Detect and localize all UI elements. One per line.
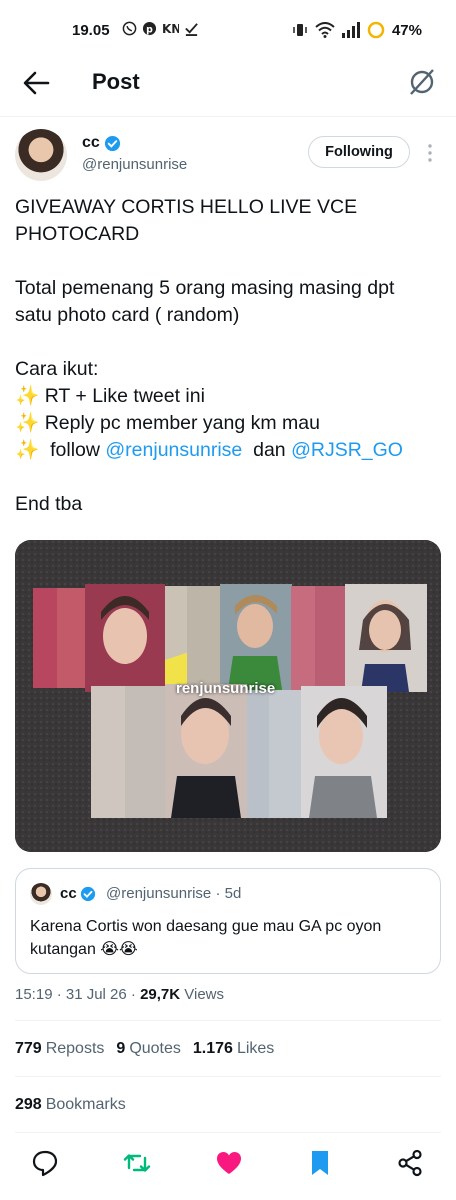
pinterest-icon: p	[142, 21, 157, 35]
download-done-icon	[185, 23, 198, 36]
likes-count: 1.176	[192, 1040, 233, 1057]
tweet-line: Cara ikut:	[15, 358, 99, 380]
status-notification-icons: p KN	[122, 21, 199, 36]
divider	[15, 1020, 441, 1021]
quoted-avatar	[30, 883, 52, 905]
svg-text:KN: KN	[162, 22, 179, 36]
tweet-line: End tba	[15, 493, 83, 515]
status-time: 19.05	[72, 22, 110, 39]
quoted-author-name: cc	[60, 885, 96, 902]
battery-level: 47%	[391, 21, 422, 39]
reply-icon[interactable]	[30, 1148, 60, 1178]
bookmarks-count: 298	[15, 1096, 42, 1113]
reposts-stat[interactable]: 779 Reposts	[15, 1040, 104, 1058]
action-bar	[0, 1148, 456, 1178]
tweet-line: ✨ RT + Like tweet ini	[15, 383, 440, 410]
verified-badge-icon	[80, 886, 95, 901]
tweet-line-text: follow	[39, 439, 106, 461]
share-icon[interactable]	[395, 1148, 425, 1178]
quoted-tweet[interactable]: cc @renjunsunrise · 5d Karena Cortis won…	[15, 868, 441, 974]
views-label: Views	[180, 986, 225, 1003]
status-bar: 19.05 p KN 47%	[0, 0, 456, 60]
svg-text:p: p	[146, 24, 153, 35]
reposts-label: Reposts	[45, 1040, 105, 1057]
page-title: Post	[92, 69, 140, 94]
likes-stat[interactable]: 1.176 Likes	[193, 1040, 274, 1058]
like-icon[interactable]	[214, 1148, 244, 1178]
reposts-count: 779	[15, 1040, 42, 1057]
following-button[interactable]: Following	[308, 136, 410, 168]
likes-label: Likes	[236, 1040, 275, 1057]
tweet-line-text: dan	[242, 439, 292, 461]
quoted-text: Karena Cortis won daesang gue mau GA pc …	[30, 918, 382, 958]
engagement-stats: 779 Reposts 9 Quotes 1.176 Likes	[15, 1040, 286, 1058]
quotes-count: 9	[116, 1040, 126, 1057]
arrow-left-icon[interactable]	[22, 70, 50, 96]
mention-link[interactable]: @renjunsunrise	[105, 439, 242, 461]
image-watermark: renjunsunrise	[176, 680, 276, 697]
bookmarks-label: Bookmarks	[45, 1096, 126, 1113]
quoted-display-name: cc	[60, 885, 77, 902]
sparkles-emoji: ✨	[15, 412, 40, 434]
sparkles-emoji: ✨	[15, 439, 40, 461]
status-right-icons: 47%	[292, 21, 422, 39]
tweet-line: satu photo card ( random)	[15, 304, 240, 326]
verified-badge-icon	[104, 135, 120, 151]
battery-icon	[367, 21, 385, 39]
vibrate-icon	[293, 24, 307, 36]
time-date: 15:19 · 31 Jul 26 ·	[15, 986, 141, 1003]
bookmark-icon[interactable]	[305, 1148, 335, 1178]
author-name[interactable]: cc	[82, 134, 121, 152]
author-handle[interactable]: @renjunsunrise	[82, 156, 187, 173]
tweet-timestamp: 15:19 · 31 Jul 26 · 29,7K Views	[15, 986, 224, 1003]
repost-icon[interactable]	[122, 1148, 152, 1178]
author-display-name: cc	[82, 134, 100, 151]
tweet-line: Total pemenang 5 orang masing masing dpt	[15, 277, 395, 299]
app-icon: KN	[162, 22, 179, 36]
quotes-label: Quotes	[129, 1040, 181, 1057]
wifi-icon	[315, 22, 335, 38]
tweet-line: ✨ Reply pc member yang km mau	[15, 410, 440, 437]
quoted-handle-time: @renjunsunrise · 5d	[106, 885, 242, 902]
sparkles-emoji: ✨	[15, 385, 40, 407]
tweet-line: PHOTOCARD	[15, 223, 140, 245]
bookmarks-stat[interactable]: 298 Bookmarks	[15, 1096, 126, 1114]
divider	[15, 1132, 441, 1133]
more-options-icon[interactable]	[424, 142, 436, 164]
tweet-line: ✨ follow @renjunsunrise dan @RJSR_GO	[15, 437, 440, 464]
header-divider	[0, 116, 456, 117]
avatar[interactable]	[15, 129, 67, 181]
views-count: 29,7K	[140, 986, 181, 1003]
whatsapp-icon	[122, 21, 137, 36]
divider	[15, 1076, 441, 1077]
signal-icon	[341, 22, 360, 38]
mention-link[interactable]: @RJSR_GO	[291, 439, 403, 461]
quotes-stat[interactable]: 9 Quotes	[116, 1040, 181, 1058]
top-app-bar: Post	[0, 58, 456, 108]
grok-icon[interactable]	[406, 66, 438, 98]
tweet-line-text: Reply pc member yang km mau	[39, 412, 320, 434]
tweet-line-text: RT + Like tweet ini	[39, 385, 205, 407]
tweet-text: GIVEAWAY CORTIS HELLO LIVE VCE PHOTOCARD…	[15, 194, 440, 518]
tweet-line: GIVEAWAY CORTIS HELLO LIVE VCE	[15, 196, 358, 218]
